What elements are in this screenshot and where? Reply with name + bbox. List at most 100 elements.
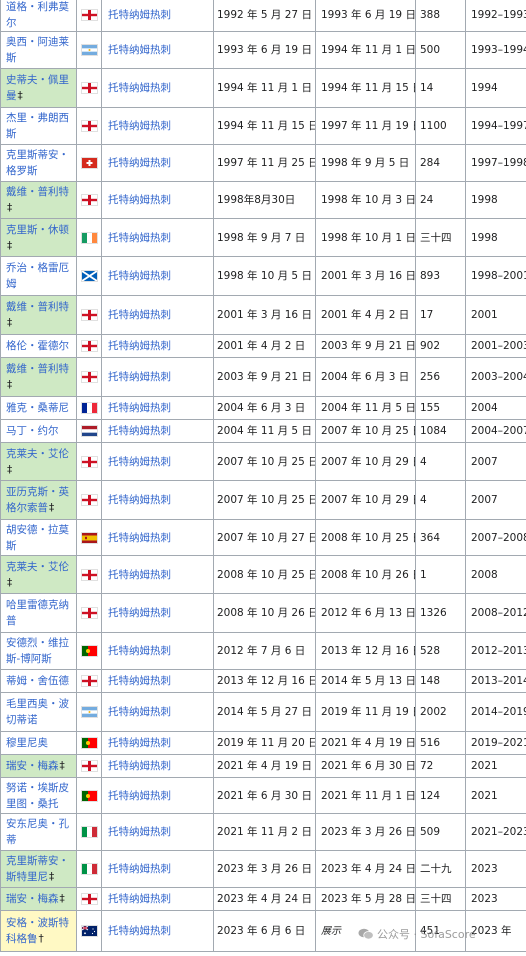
days-count: 17 xyxy=(415,295,466,335)
manager-link[interactable]: 蒂姆・舍伍德 xyxy=(6,675,69,687)
caretaker-mark: ‡ xyxy=(7,239,13,252)
club-link[interactable]: 托特纳姆热刺 xyxy=(108,863,171,875)
start-date: 2007 年 10 月 25 日 xyxy=(213,480,316,520)
manager-name-cell: 瑞安・梅森‡ xyxy=(0,754,77,778)
manager-link[interactable]: 戴维・普利特 xyxy=(6,363,69,375)
england-flag xyxy=(78,494,101,506)
manager-link[interactable]: 奥西・阿迪莱斯 xyxy=(6,36,69,64)
club-link[interactable]: 托特纳姆热刺 xyxy=(108,760,171,772)
manager-link[interactable]: 克里斯蒂安・斯特里尼 xyxy=(6,855,69,883)
manager-link[interactable]: 安德烈・维拉斯-博阿斯 xyxy=(6,637,69,665)
manager-link[interactable]: 瑞安・梅森 xyxy=(6,893,59,905)
manager-name-cell: 道格・利弗莫尔 xyxy=(0,0,77,32)
manager-name-cell: 胡安德・拉莫斯 xyxy=(0,519,77,556)
end-date-cell: 2021 年 4 月 19 日 xyxy=(315,731,416,755)
end-date-cell: 2008 年 10 月 25 日 xyxy=(315,519,416,556)
club-link[interactable]: 托特纳姆热刺 xyxy=(108,675,171,687)
club-link[interactable]: 托特纳姆热刺 xyxy=(108,925,171,937)
manager-link[interactable]: 努诺・埃斯皮里图・桑托 xyxy=(6,782,69,810)
manager-link[interactable]: 安东尼奥・孔蒂 xyxy=(6,818,69,846)
manager-link[interactable]: 毛里西奥・波切蒂诺 xyxy=(6,698,69,726)
end-date: 2013 年 12 月 16 日 xyxy=(321,645,416,657)
days-count: 1326 xyxy=(415,593,466,633)
start-date: 1993 年 6 月 19 日 xyxy=(213,31,316,69)
end-date: 1998 年 10 月 1 日 xyxy=(321,231,416,244)
manager-link[interactable]: 格伦・霍德尔 xyxy=(6,340,69,352)
end-date: 2007 年 10 月 29 日 xyxy=(321,455,416,468)
end-date: 1994 年 11 月 15 日 xyxy=(321,82,416,94)
club-link[interactable]: 托特纳姆热刺 xyxy=(108,9,171,21)
club-link[interactable]: 托特纳姆热刺 xyxy=(108,232,171,244)
club-link[interactable]: 托特纳姆热刺 xyxy=(108,737,171,749)
tenure-years: 1992–1993 xyxy=(465,0,526,32)
nationality-cell xyxy=(76,519,102,556)
table-row: 奥西・阿迪莱斯 托特纳姆热刺 1993 年 6 月 19 日 1994 年 11 月 … xyxy=(0,31,526,69)
club-link[interactable]: 托特纳姆热刺 xyxy=(108,82,171,94)
end-date: 2003 年 9 月 21 日 xyxy=(321,340,416,352)
manager-link[interactable]: 雅克・桑蒂尼 xyxy=(6,402,69,414)
club-link[interactable]: 托特纳姆热刺 xyxy=(108,893,171,905)
portugal-flag xyxy=(78,789,101,802)
club-link[interactable]: 托特纳姆热刺 xyxy=(108,790,171,802)
manager-link[interactable]: 道格・利弗莫尔 xyxy=(6,1,69,29)
club-link[interactable]: 托特纳姆热刺 xyxy=(108,44,171,56)
club-link[interactable]: 托特纳姆热刺 xyxy=(108,402,171,414)
club-link[interactable]: 托特纳姆热刺 xyxy=(108,826,171,838)
club-cell: 托特纳姆热刺 xyxy=(101,850,214,888)
switzerland-flag xyxy=(78,157,101,169)
nationality-cell xyxy=(76,144,102,182)
manager-link[interactable]: 克里斯蒂安・格罗斯 xyxy=(6,149,69,177)
manager-link[interactable]: 胡安德・拉莫斯 xyxy=(6,524,69,552)
table-row: 哈里雷德克纳普 托特纳姆热刺 2008 年 10 月 26 日 2012 年 6 月 … xyxy=(0,593,526,633)
table-row: 乔治・格雷厄姆 托特纳姆热刺 1998 年 10 月 5 日 2001 年 3 月 1… xyxy=(0,256,526,296)
nationality-cell xyxy=(76,357,102,397)
manager-link[interactable]: 戴维・普利特 xyxy=(6,301,69,313)
manager-link[interactable]: 史蒂夫・佩里曼 xyxy=(6,74,69,102)
end-date: 2021 年 6 月 30 日 xyxy=(321,760,416,772)
end-date-cell: 2001 年 4 月 2 日 xyxy=(315,295,416,335)
club-link[interactable]: 托特纳姆热刺 xyxy=(108,607,171,619)
club-link[interactable]: 托特纳姆热刺 xyxy=(108,120,171,132)
manager-link[interactable]: 安格・波斯特科格鲁 xyxy=(6,917,69,945)
england-flag xyxy=(78,194,101,206)
manager-link[interactable]: 瑞安・梅森 xyxy=(6,760,59,772)
nationality-cell xyxy=(76,334,102,358)
club-link[interactable]: 托特纳姆热刺 xyxy=(108,157,171,169)
manager-link[interactable]: 穆里尼奥 xyxy=(6,737,48,749)
club-link[interactable]: 托特纳姆热刺 xyxy=(108,494,171,506)
manager-link[interactable]: 哈里雷德克纳普 xyxy=(6,599,69,627)
manager-name-cell: 克里斯蒂安・格罗斯 xyxy=(0,144,77,182)
club-link[interactable]: 托特纳姆热刺 xyxy=(108,371,171,383)
manager-name-cell: 毛里西奥・波切蒂诺 xyxy=(0,692,77,732)
watermark: 公众号 · SofaScore xyxy=(358,926,476,942)
table-row: 格伦・霍德尔 托特纳姆热刺 2001 年 4 月 2 日 2003 年 9 月 21 … xyxy=(0,334,526,358)
manager-link[interactable]: 戴维・普利特 xyxy=(6,186,69,198)
club-link[interactable]: 托特纳姆热刺 xyxy=(108,645,171,657)
manager-link[interactable]: 亚历克斯・英格尔索普 xyxy=(6,486,69,514)
table-row: 戴维・普利特 ‡ 托特纳姆热刺 2003 年 9 月 21 日 2004 年 6 月 3… xyxy=(0,357,526,397)
club-cell: 托特纳姆热刺 xyxy=(101,480,214,520)
manager-link[interactable]: 克莱夫・艾伦 xyxy=(6,561,69,573)
club-link[interactable]: 托特纳姆热刺 xyxy=(108,270,171,282)
manager-link[interactable]: 克里斯・休顿 xyxy=(6,224,69,236)
club-link[interactable]: 托特纳姆热刺 xyxy=(108,340,171,352)
tenure-years: 2007–2008 xyxy=(465,519,526,556)
manager-link[interactable]: 杰里・弗朗西斯 xyxy=(6,112,69,140)
england-flag xyxy=(78,120,101,132)
tenure-years: 1994 xyxy=(465,68,526,108)
club-link[interactable]: 托特纳姆热刺 xyxy=(108,532,171,544)
club-link[interactable]: 托特纳姆热刺 xyxy=(108,569,171,581)
england-flag xyxy=(78,309,101,321)
club-link[interactable]: 托特纳姆热刺 xyxy=(108,456,171,468)
start-date: 2013 年 12 月 16 日 xyxy=(213,669,316,693)
club-link[interactable]: 托特纳姆热刺 xyxy=(108,194,171,206)
france-flag xyxy=(78,402,101,414)
club-link[interactable]: 托特纳姆热刺 xyxy=(108,706,171,718)
club-link[interactable]: 托特纳姆热刺 xyxy=(108,425,171,437)
club-link[interactable]: 托特纳姆热刺 xyxy=(108,309,171,321)
manager-link[interactable]: 马丁・约尔 xyxy=(6,425,59,437)
caretaker-mark: ‡ xyxy=(17,90,23,102)
club-cell: 托特纳姆热刺 xyxy=(101,731,214,755)
manager-link[interactable]: 乔治・格雷厄姆 xyxy=(6,262,69,290)
manager-link[interactable]: 克莱夫・艾伦 xyxy=(6,448,69,460)
